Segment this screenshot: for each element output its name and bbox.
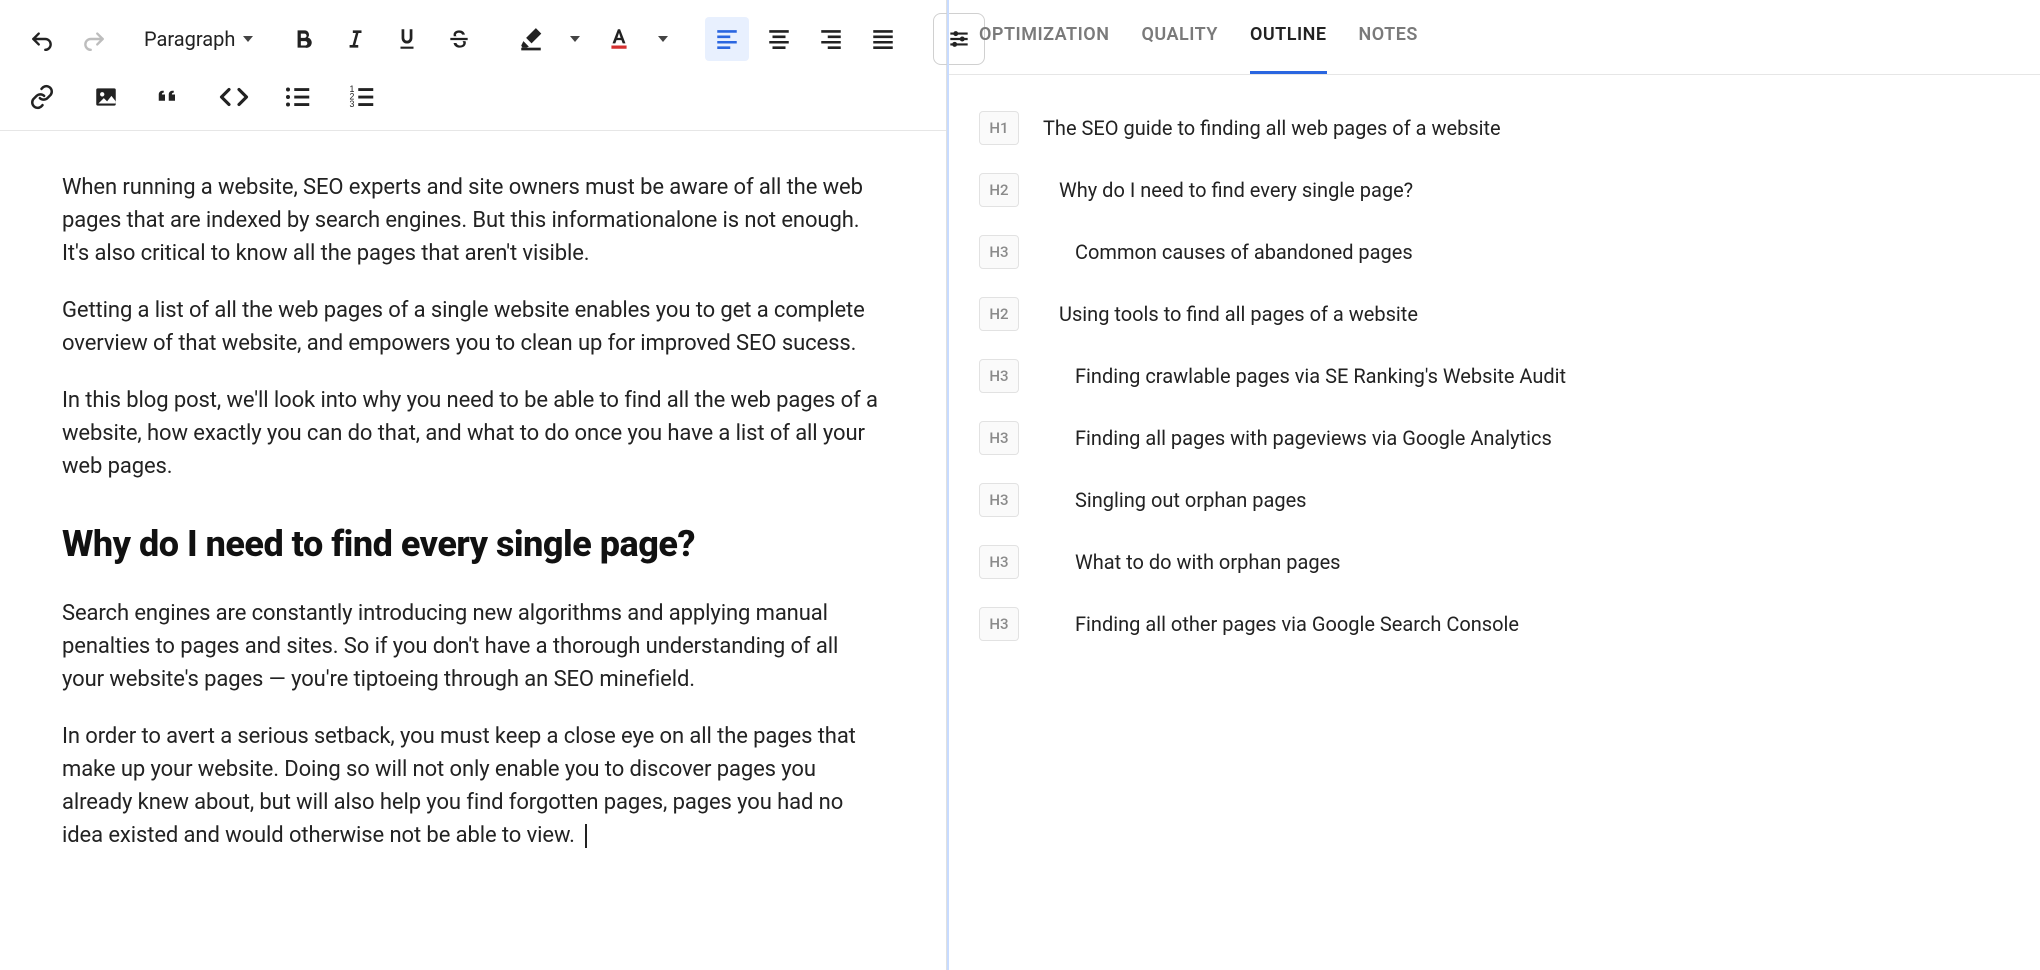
heading-level-badge: H1 [979,111,1019,145]
editor-content[interactable]: When running a website, SEO experts and … [0,131,946,916]
outline-item-text: Why do I need to find every single page? [1043,177,1413,203]
paragraph: When running a website, SEO experts and … [62,171,884,270]
toolbar: Paragraph [0,0,946,131]
outline-item-text: The SEO guide to finding all web pages o… [1043,115,1501,141]
block-type-dropdown[interactable]: Paragraph [134,15,263,63]
underline-button[interactable] [385,17,429,61]
outline-item-text: Finding crawlable pages via SE Ranking's… [1043,363,1566,389]
paragraph: Search engines are constantly introducin… [62,597,884,696]
undo-button[interactable] [20,17,64,61]
outline-item[interactable]: H2 Why do I need to find every single pag… [979,159,2010,221]
svg-text:3: 3 [350,99,355,109]
paragraph: Getting a list of all the web pages of a… [62,294,884,360]
heading-level-badge: H3 [979,359,1019,393]
highlight-color-button[interactable] [509,17,553,61]
outline-item-text: What to do with orphan pages [1043,549,1341,575]
sidebar-tabs: OPTIMIZATION QUALITY OUTLINE NOTES [949,0,2040,75]
outline-item-text: Finding all other pages via Google Searc… [1043,611,1519,637]
heading-level-badge: H3 [979,607,1019,641]
text-color-dropdown[interactable] [649,17,677,61]
tab-quality[interactable]: QUALITY [1141,24,1217,74]
outline-item-text: Singling out orphan pages [1043,487,1307,513]
heading-level-badge: H2 [979,173,1019,207]
paragraph: In order to avert a serious setback, you… [62,720,884,852]
align-left-button[interactable] [705,17,749,61]
heading-level-badge: H3 [979,235,1019,269]
outline-item[interactable]: H3 Common causes of abandoned pages [979,221,2010,283]
outline-item[interactable]: H3 Finding all other pages via Google Sea… [979,593,2010,655]
link-button[interactable] [20,75,64,119]
bold-button[interactable] [281,17,325,61]
text-color-button[interactable] [597,17,641,61]
chevron-down-icon [570,36,580,42]
align-center-button[interactable] [757,17,801,61]
block-type-label: Paragraph [144,27,235,51]
align-justify-button[interactable] [861,17,905,61]
heading-level-badge: H2 [979,297,1019,331]
outline-item[interactable]: H2 Using tools to find all pages of a web… [979,283,2010,345]
text-cursor [585,824,587,848]
italic-button[interactable] [333,17,377,61]
blockquote-button[interactable] [148,75,192,119]
outline-item-text: Common causes of abandoned pages [1043,239,1413,265]
align-right-button[interactable] [809,17,853,61]
strikethrough-button[interactable] [437,17,481,61]
tab-optimization[interactable]: OPTIMIZATION [979,24,1109,74]
outline-item[interactable]: H3 Finding all pages with pageviews via G… [979,407,2010,469]
chevron-down-icon [658,36,668,42]
tab-notes[interactable]: NOTES [1359,24,1418,74]
outline-item-text: Finding all pages with pageviews via Goo… [1043,425,1552,451]
heading-2: Why do I need to find every single page? [62,517,884,571]
outline-item[interactable]: H3 What to do with orphan pages [979,531,2010,593]
heading-level-badge: H3 [979,545,1019,579]
outline-item[interactable]: H1 The SEO guide to finding all web pages… [979,97,2010,159]
code-button[interactable] [212,75,256,119]
highlight-color-dropdown[interactable] [561,17,589,61]
tab-outline[interactable]: OUTLINE [1250,24,1327,74]
outline-item-text: Using tools to find all pages of a websi… [1043,301,1418,327]
redo-button[interactable] [72,17,116,61]
paragraph: In this blog post, we'll look into why y… [62,384,884,483]
outline-item[interactable]: H3 Finding crawlable pages via SE Ranking… [979,345,2010,407]
outline-list: H1 The SEO guide to finding all web pages… [949,75,2040,677]
chevron-down-icon [243,36,253,42]
image-button[interactable] [84,75,128,119]
heading-level-badge: H3 [979,483,1019,517]
heading-level-badge: H3 [979,421,1019,455]
outline-item[interactable]: H3 Singling out orphan pages [979,469,2010,531]
bullet-list-button[interactable] [276,75,320,119]
numbered-list-button[interactable]: 123 [340,75,384,119]
